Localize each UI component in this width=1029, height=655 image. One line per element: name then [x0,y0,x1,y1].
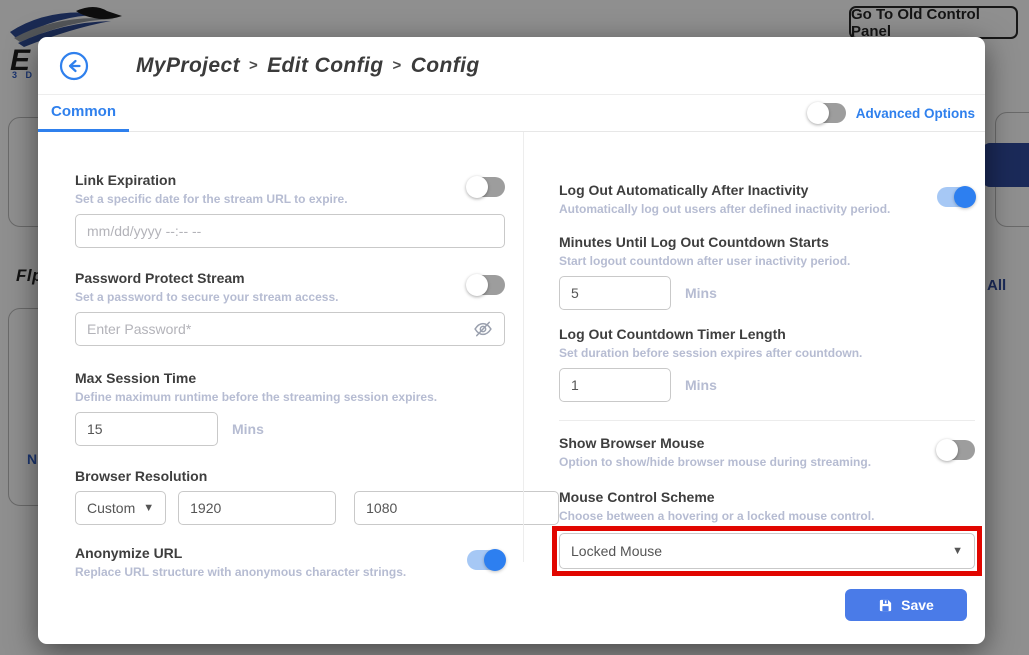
mouse-scheme-label: Mouse Control Scheme [559,489,975,505]
anonymize-url-field: Anonymize URL Replace URL structure with… [75,545,505,579]
left-column: Link Expiration Set a specific date for … [75,172,505,579]
mouse-scheme-value: Locked Mouse [571,543,662,559]
column-divider [523,132,524,562]
save-button-label: Save [901,597,934,613]
breadcrumb-edit-config: Edit Config [267,54,383,78]
mouse-scheme-field: Mouse Control Scheme Choose between a ho… [559,489,975,569]
password-input[interactable] [75,312,505,346]
mouse-scheme-select[interactable]: Locked Mouse ▼ [559,533,975,569]
resolution-preset-select[interactable]: Custom ▼ [75,491,166,525]
countdown-start-unit: Mins [685,285,717,301]
anonymize-url-desc: Replace URL structure with anonymous cha… [75,565,406,579]
countdown-start-field: Minutes Until Log Out Countdown Starts S… [559,234,975,310]
advanced-options-toggle[interactable] [808,103,846,123]
max-session-input[interactable] [75,412,218,446]
right-column: Log Out Automatically After Inactivity A… [559,172,975,579]
resolution-height-input[interactable] [354,491,559,525]
section-divider [559,420,975,421]
password-desc: Set a password to secure your stream acc… [75,290,338,304]
tab-bar: Common Advanced Options [38,95,985,132]
save-floppy-icon [878,598,893,613]
back-button[interactable] [59,51,89,81]
anonymize-url-label: Anonymize URL [75,545,406,561]
browser-resolution-label: Browser Resolution [75,468,505,484]
breadcrumb: MyProject > Edit Config > Config [136,54,480,78]
edit-config-modal: MyProject > Edit Config > Config Common … [38,37,985,644]
countdown-start-input[interactable] [559,276,671,310]
breadcrumb-config: Config [411,54,480,78]
countdown-length-unit: Mins [685,377,717,393]
resolution-width-input[interactable] [178,491,336,525]
auto-logout-desc: Automatically log out users after define… [559,202,890,216]
breadcrumb-separator: > [249,57,258,74]
password-toggle[interactable] [467,275,505,295]
max-session-label: Max Session Time [75,370,505,386]
modal-header: MyProject > Edit Config > Config [38,37,985,95]
tab-common[interactable]: Common [38,95,129,132]
resolution-preset-value: Custom [87,500,135,516]
breadcrumb-separator: > [393,57,402,74]
link-expiration-label: Link Expiration [75,172,348,188]
link-expiration-toggle[interactable] [467,177,505,197]
countdown-length-label: Log Out Countdown Timer Length [559,326,975,342]
password-label: Password Protect Stream [75,270,338,286]
breadcrumb-project: MyProject [136,54,240,78]
countdown-length-input[interactable] [559,368,671,402]
max-session-field: Max Session Time Define maximum runtime … [75,370,505,446]
auto-logout-toggle[interactable] [937,187,975,207]
countdown-length-field: Log Out Countdown Timer Length Set durat… [559,326,975,402]
countdown-start-desc: Start logout countdown after user inacti… [559,254,975,268]
max-session-desc: Define maximum runtime before the stream… [75,390,505,404]
chevron-down-icon: ▼ [952,545,963,557]
link-expiration-desc: Set a specific date for the stream URL t… [75,192,348,206]
countdown-start-label: Minutes Until Log Out Countdown Starts [559,234,975,250]
browser-resolution-field: Browser Resolution Custom ▼ [75,468,505,525]
chevron-down-icon: ▼ [143,502,154,514]
show-mouse-label: Show Browser Mouse [559,435,871,451]
anonymize-url-toggle[interactable] [467,550,505,570]
auto-logout-field: Log Out Automatically After Inactivity A… [559,182,975,216]
modal-content: Link Expiration Set a specific date for … [38,132,985,579]
advanced-options-control: Advanced Options [808,103,975,123]
auto-logout-label: Log Out Automatically After Inactivity [559,182,890,198]
password-field: Password Protect Stream Set a password t… [75,270,505,346]
max-session-unit: Mins [232,421,264,437]
link-expiration-field: Link Expiration Set a specific date for … [75,172,505,248]
link-expiration-date-input[interactable] [75,214,505,248]
show-mouse-field: Show Browser Mouse Option to show/hide b… [559,435,975,469]
countdown-length-desc: Set duration before session expires afte… [559,346,975,360]
show-mouse-desc: Option to show/hide browser mouse during… [559,455,871,469]
advanced-options-label: Advanced Options [856,106,975,121]
mouse-scheme-desc: Choose between a hovering or a locked mo… [559,509,975,523]
eye-off-icon[interactable] [473,319,493,339]
show-mouse-toggle[interactable] [937,440,975,460]
save-button[interactable]: Save [845,589,967,621]
